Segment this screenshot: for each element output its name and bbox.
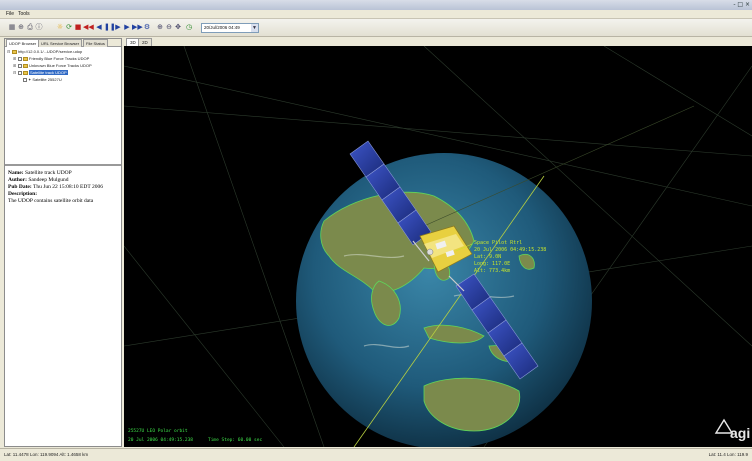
tab-2d[interactable]: 2D	[138, 38, 152, 46]
collapse-icon[interactable]: ⊟	[13, 70, 17, 76]
tree-item-selected[interactable]: ⊟ Satellite track UDOP	[13, 70, 68, 76]
hud-title: Space Pilot Rtrl	[474, 240, 522, 246]
zoom-out-icon[interactable]: ⊖	[165, 23, 173, 32]
hud-lat: Lat: 9.0N	[474, 254, 501, 260]
print-icon[interactable]: ⎙	[26, 23, 34, 32]
agi-logo: agi	[714, 418, 750, 441]
grid-icon[interactable]: ▦	[8, 23, 16, 32]
hud-orbit-name: 25527U LEO Polar orbit	[128, 428, 188, 434]
zoom-icon[interactable]: ⊕	[17, 23, 25, 32]
expand-icon[interactable]: ⊞	[13, 56, 17, 62]
settings-icon[interactable]: ⚙	[143, 23, 151, 32]
zoom-in-icon[interactable]: ⊕	[156, 23, 164, 32]
step-forward-icon[interactable]: ▶	[123, 23, 131, 32]
pause-icon[interactable]: ❚❚	[104, 23, 116, 32]
status-coordinates: Lat: 11.4478 Lon: 119.9094 Alt: 1.4658 k…	[4, 452, 89, 457]
expand-icon[interactable]: ⊞	[13, 63, 17, 69]
play-icon[interactable]: ▶	[114, 23, 122, 32]
step-back-icon[interactable]: ◀	[95, 23, 103, 32]
pubdate-value: Thu Jun 22 15:08:10 EDT 2006	[32, 184, 103, 190]
date-time-value: 20/Jul/2006 04:49	[204, 25, 240, 30]
udop-description: Name: Satellite track UDOP Author: Sande…	[8, 170, 120, 205]
tree-item[interactable]: ⊞ Unknown Blue Force Tracks UDOP	[13, 63, 92, 69]
collapse-icon[interactable]: ⊟	[7, 49, 11, 55]
hud-time-step: Time Step: 60.00 sec	[208, 437, 262, 443]
rewind-icon[interactable]: ◀◀	[83, 23, 94, 32]
panel-splitter[interactable]	[5, 164, 121, 166]
stop-icon[interactable]: ■	[74, 23, 82, 32]
info-icon[interactable]: ⓘ	[35, 23, 43, 32]
menu-bar: File Tools	[0, 10, 752, 19]
tree-item[interactable]: ⊟ http://12.0.0.1/...UDOP/service.udop	[7, 49, 82, 55]
time-readout: 25527U LEO Polar orbit 20 Jul 2006 04:49…	[128, 428, 262, 443]
author-value: Sandeep Mulgund	[28, 177, 69, 183]
agi-logo-text: agi	[730, 425, 750, 441]
hud-time: 20 Jul 2006 04:49:15.238	[474, 247, 546, 253]
checkbox-icon[interactable]	[23, 78, 27, 82]
refresh-icon[interactable]: ⟳	[65, 23, 73, 32]
date-time-select[interactable]: 20/Jul/2006 04:49 ▼	[201, 23, 259, 33]
description-label: Description:	[8, 191, 38, 197]
hud-long: Long: 117.0E	[474, 261, 510, 267]
globe-scene[interactable]: Space Pilot Rtrl 20 Jul 2006 04:49:15.23…	[124, 46, 752, 447]
tree-item[interactable]: ⊞ Friendly Blue Force Tracks UDOP	[13, 56, 89, 62]
chevron-down-icon[interactable]: ▼	[251, 24, 258, 32]
title-bar: - □ ×	[0, 0, 752, 10]
udop-browser-panel: UDOP Browser URL Service Browser File St…	[4, 38, 122, 447]
folder-icon	[23, 64, 28, 68]
tab-udop-browser[interactable]: UDOP Browser	[6, 39, 40, 47]
checkbox-icon[interactable]	[18, 71, 22, 75]
hud-epoch: 20 Jul 2006 04:49:15.238	[128, 437, 193, 443]
folder-icon	[23, 57, 28, 61]
browser-tabs: UDOP Browser URL Service Browser File St…	[5, 39, 121, 47]
application-window: - □ × File Tools ▦ ⊕ ⎙ ⓘ ☼ ⟳ ■ ◀◀ ◀ ❚❚ ▶…	[0, 0, 752, 461]
view-tabs: 3D 2D	[124, 38, 752, 46]
udop-tree: ⊟ http://12.0.0.1/...UDOP/service.udop ⊞ F…	[7, 49, 121, 129]
hud-alt: Alt: 773.4km	[474, 268, 510, 274]
sun-icon[interactable]: ☼	[56, 23, 64, 32]
fast-forward-icon[interactable]: ▶▶	[132, 23, 143, 32]
pan-icon[interactable]: ✥	[174, 23, 182, 32]
author-label: Author:	[8, 177, 27, 183]
checkbox-icon[interactable]	[18, 57, 22, 61]
status-bar: Lat: 11.4478 Lon: 119.9094 Alt: 1.4658 k…	[0, 448, 752, 461]
menu-file[interactable]: File	[6, 11, 14, 17]
toolbar: ▦ ⊕ ⎙ ⓘ ☼ ⟳ ■ ◀◀ ◀ ❚❚ ▶ ▶ ▶▶ ⚙ ⊕ ⊖ ✥ ◷ 2…	[0, 19, 752, 37]
tab-url-service-browser[interactable]: URL Service Browser	[38, 39, 83, 47]
pubdate-label: Pub Date:	[8, 184, 32, 190]
folder-icon	[23, 71, 28, 75]
checkbox-icon[interactable]	[18, 64, 22, 68]
description-value: The UDOP contains satellite orbit data	[8, 198, 94, 204]
tab-file-status[interactable]: File Status	[83, 39, 108, 47]
name-label: Name:	[8, 170, 24, 176]
tree-item[interactable]: ✦Satellite 25527U	[23, 77, 62, 83]
menu-tools[interactable]: Tools	[18, 11, 30, 17]
folder-icon	[12, 50, 17, 54]
status-latlon: Lat: 11.4 Lon: 119.9	[708, 452, 748, 457]
satellite-icon: ✦	[28, 77, 32, 82]
time-icon[interactable]: ◷	[185, 23, 193, 32]
name-value: Satellite track UDOP	[24, 170, 72, 176]
window-controls[interactable]: - □ ×	[730, 1, 750, 9]
globe-3d-view[interactable]: Space Pilot Rtrl 20 Jul 2006 04:49:15.23…	[124, 46, 752, 447]
